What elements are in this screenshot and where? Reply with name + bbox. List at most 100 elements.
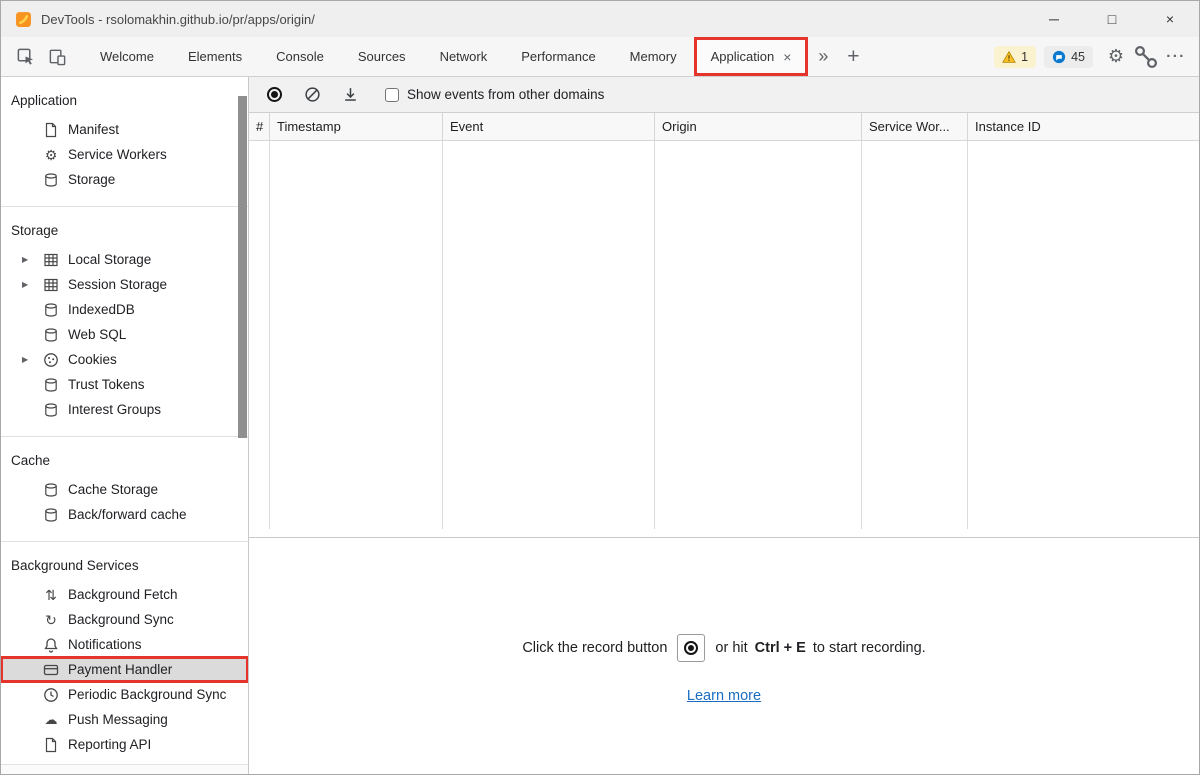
devtools-content: Application Manifest ⚙ Service Workers S… [1,77,1199,774]
message-bubble-icon [1052,50,1066,64]
item-label: Cookies [68,352,117,367]
sidebar-horizontal-scrollbar[interactable] [1,764,248,774]
device-toolbar-icon [48,47,67,66]
item-label: Web SQL [68,327,126,342]
sidebar-item-cookies[interactable]: ▶ Cookies [1,347,248,372]
column-header-number: # [249,113,270,140]
database-icon [43,507,59,523]
body-column-timestamp [270,141,443,529]
item-label: Notifications [68,637,142,652]
sidebar-item-trust-tokens[interactable]: Trust Tokens [1,372,248,397]
more-tabs-button[interactable]: » [808,42,838,72]
sidebar-item-background-fetch[interactable]: ⇅ Background Fetch [1,582,248,607]
sidebar-item-storage[interactable]: Storage [1,167,248,192]
add-panel-button[interactable]: + [838,42,868,72]
tab-performance[interactable]: Performance [504,37,612,76]
clock-icon [43,687,59,703]
tab-elements[interactable]: Elements [171,37,259,76]
item-label: Background Sync [68,612,174,627]
record-button-illustration [677,634,705,662]
item-label: Interest Groups [68,402,161,417]
payment-handler-panel: Show events from other domains # Timesta… [249,77,1199,774]
events-toolbar: Show events from other domains [249,77,1199,113]
tab-application[interactable]: Application × [694,37,809,76]
show-events-label: Show events from other domains [407,87,604,102]
sidebar-item-push-messaging[interactable]: ☁ Push Messaging [1,707,248,732]
window-controls: ─ □ × [1025,1,1199,37]
sidebar-item-notifications[interactable]: Notifications [1,632,248,657]
storage-icon [43,172,59,188]
expander-icon[interactable]: ▶ [22,280,28,289]
record-icon [684,641,698,655]
sidebar-item-cache-storage[interactable]: Cache Storage [1,477,248,502]
clear-icon [304,86,321,103]
minimize-button[interactable]: ─ [1025,1,1083,37]
item-label: Periodic Background Sync [68,687,226,702]
sidebar-item-payment-handler[interactable]: Payment Handler [1,657,248,682]
settings-button[interactable]: ⚙ [1101,42,1131,72]
hint-text-before: Click the record button [522,640,667,656]
panel-tabs: Welcome Elements Console Sources Network… [83,37,808,76]
item-label: Back/forward cache [68,507,187,522]
database-icon [43,482,59,498]
empty-state-hint: Click the record button or hit Ctrl + E … [522,634,925,662]
sidebar-item-local-storage[interactable]: ▶ Local Storage [1,247,248,272]
table-icon [43,277,59,293]
sidebar-item-indexeddb[interactable]: IndexedDB [1,297,248,322]
save-events-button[interactable] [335,80,365,110]
devtools-window: DevTools - rsolomakhin.github.io/pr/apps… [0,0,1200,775]
item-label: Background Fetch [68,587,178,602]
column-header-instance-id: Instance ID [968,113,1199,140]
tab-network[interactable]: Network [423,37,505,76]
issues-count: 1 [1021,50,1028,64]
hint-text-suffix: to start recording. [813,640,926,656]
learn-more-link[interactable]: Learn more [687,688,761,704]
sidebar-item-reporting-api[interactable]: Reporting API [1,732,248,757]
tab-memory[interactable]: Memory [613,37,694,76]
sidebar-item-interest-groups[interactable]: Interest Groups [1,397,248,422]
sidebar-section-storage: Storage ▶ Local Storage ▶ Session Storag… [1,206,248,436]
tab-console[interactable]: Console [259,37,341,76]
body-column-number [249,141,270,529]
inspect-element-button[interactable] [9,42,41,72]
sidebar-section-cache: Cache Cache Storage Back/forward cache [1,436,248,541]
tab-sources[interactable]: Sources [341,37,423,76]
sidebar-item-manifest[interactable]: Manifest [1,117,248,142]
item-label: Storage [68,172,115,187]
sidebar-vertical-scrollbar[interactable] [238,96,247,438]
inspect-icon [16,47,35,66]
tab-application-label: Application [711,49,775,64]
background-fetch-icon: ⇅ [43,588,59,602]
record-button[interactable] [259,80,289,110]
clear-button[interactable] [297,80,327,110]
messages-count: 45 [1071,50,1085,64]
sidebar-item-background-sync[interactable]: ↻ Background Sync [1,607,248,632]
sidebar-item-web-sql[interactable]: Web SQL [1,322,248,347]
sidebar-item-back-forward-cache[interactable]: Back/forward cache [1,502,248,527]
sidebar-item-periodic-background-sync[interactable]: Periodic Background Sync [1,682,248,707]
body-column-instance-id [968,141,1199,529]
database-icon [43,402,59,418]
sidebar-item-session-storage[interactable]: ▶ Session Storage [1,272,248,297]
sidebar-item-service-workers[interactable]: ⚙ Service Workers [1,142,248,167]
pane-splitter[interactable] [249,529,1199,537]
tab-close-icon[interactable]: × [783,50,791,64]
item-label: Session Storage [68,277,167,292]
item-label: IndexedDB [68,302,135,317]
cloud-icon: ☁ [43,713,59,726]
tab-welcome[interactable]: Welcome [83,37,171,76]
more-options-button[interactable]: ··· [1161,42,1191,72]
device-toolbar-button[interactable] [41,42,73,72]
warning-icon [1002,50,1016,64]
issues-badge[interactable]: 1 [994,46,1036,68]
database-icon [43,377,59,393]
connections-button[interactable] [1131,42,1161,72]
body-column-origin [655,141,862,529]
shortcut-text: Ctrl + E [755,640,806,656]
section-title-application: Application [1,85,248,117]
expander-icon[interactable]: ▶ [22,255,28,264]
show-events-checkbox[interactable] [385,88,399,102]
expander-icon[interactable]: ▶ [22,355,28,364]
item-label: Service Workers [68,147,167,162]
console-messages-badge[interactable]: 45 [1044,46,1093,68]
